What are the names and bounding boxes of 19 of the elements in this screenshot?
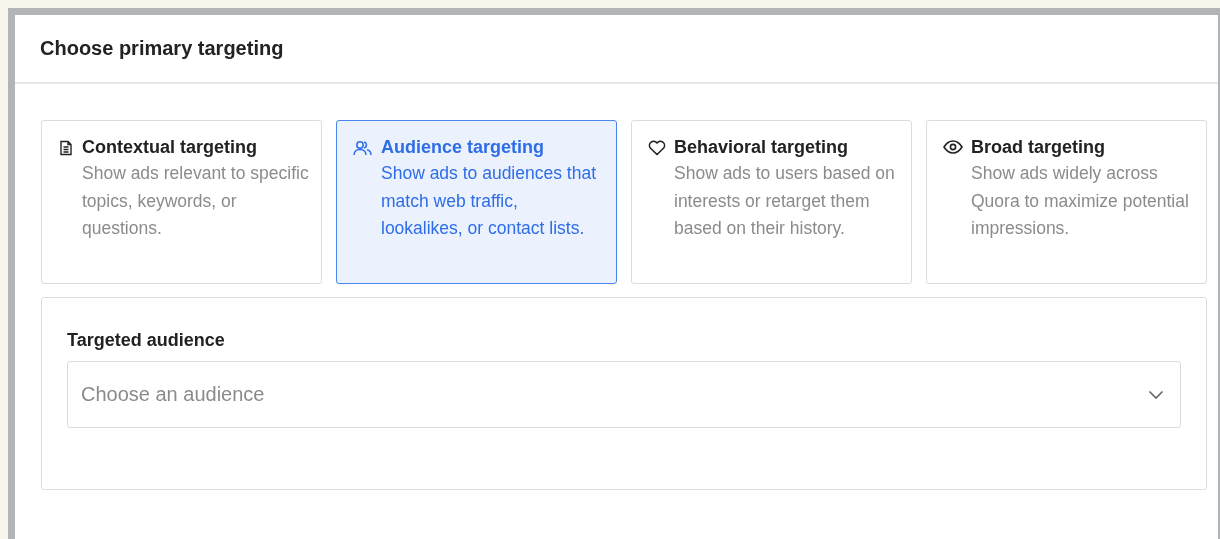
eye-icon — [943, 140, 963, 154]
panel-title: Choose primary targeting — [40, 37, 284, 60]
option-title: Behavioral targeting — [674, 136, 850, 158]
option-title: Contextual targeting — [82, 136, 258, 158]
heart-icon — [648, 140, 666, 156]
targeting-option[interactable]: Contextual targeting Show ads relevant to specific topics, keywords, or questions. — [41, 120, 322, 284]
option-description: Show ads to users based on interests or retarget them based on their history. — [674, 162, 896, 240]
option-description: Show ads widely across Quora to maximize potential impressions. — [971, 162, 1190, 240]
field-label: Targeted audience — [67, 330, 226, 351]
option-title: Audience targeting — [381, 136, 546, 158]
document-icon — [58, 140, 74, 156]
targeting-option[interactable]: Audience targeting Show ads to audiences that match web traffic, lookalikes, or contact lists. — [336, 120, 617, 284]
option-title: Broad targeting — [971, 136, 1106, 158]
chevron-down-icon — [1148, 389, 1164, 400]
targeting-option[interactable]: Behavioral targeting Show ads to users based on interests or retarget them based on their history. — [631, 120, 912, 284]
targeting-option[interactable]: Broad targeting Show ads widely across Quora to maximize potential impressions. — [926, 120, 1207, 284]
option-description: Show ads relevant to specific topics, keywords, or questions. — [82, 162, 309, 240]
option-description: Show ads to audiences that match web traffic, lookalikes, or contact lists. — [381, 162, 597, 240]
people-icon — [353, 140, 373, 156]
